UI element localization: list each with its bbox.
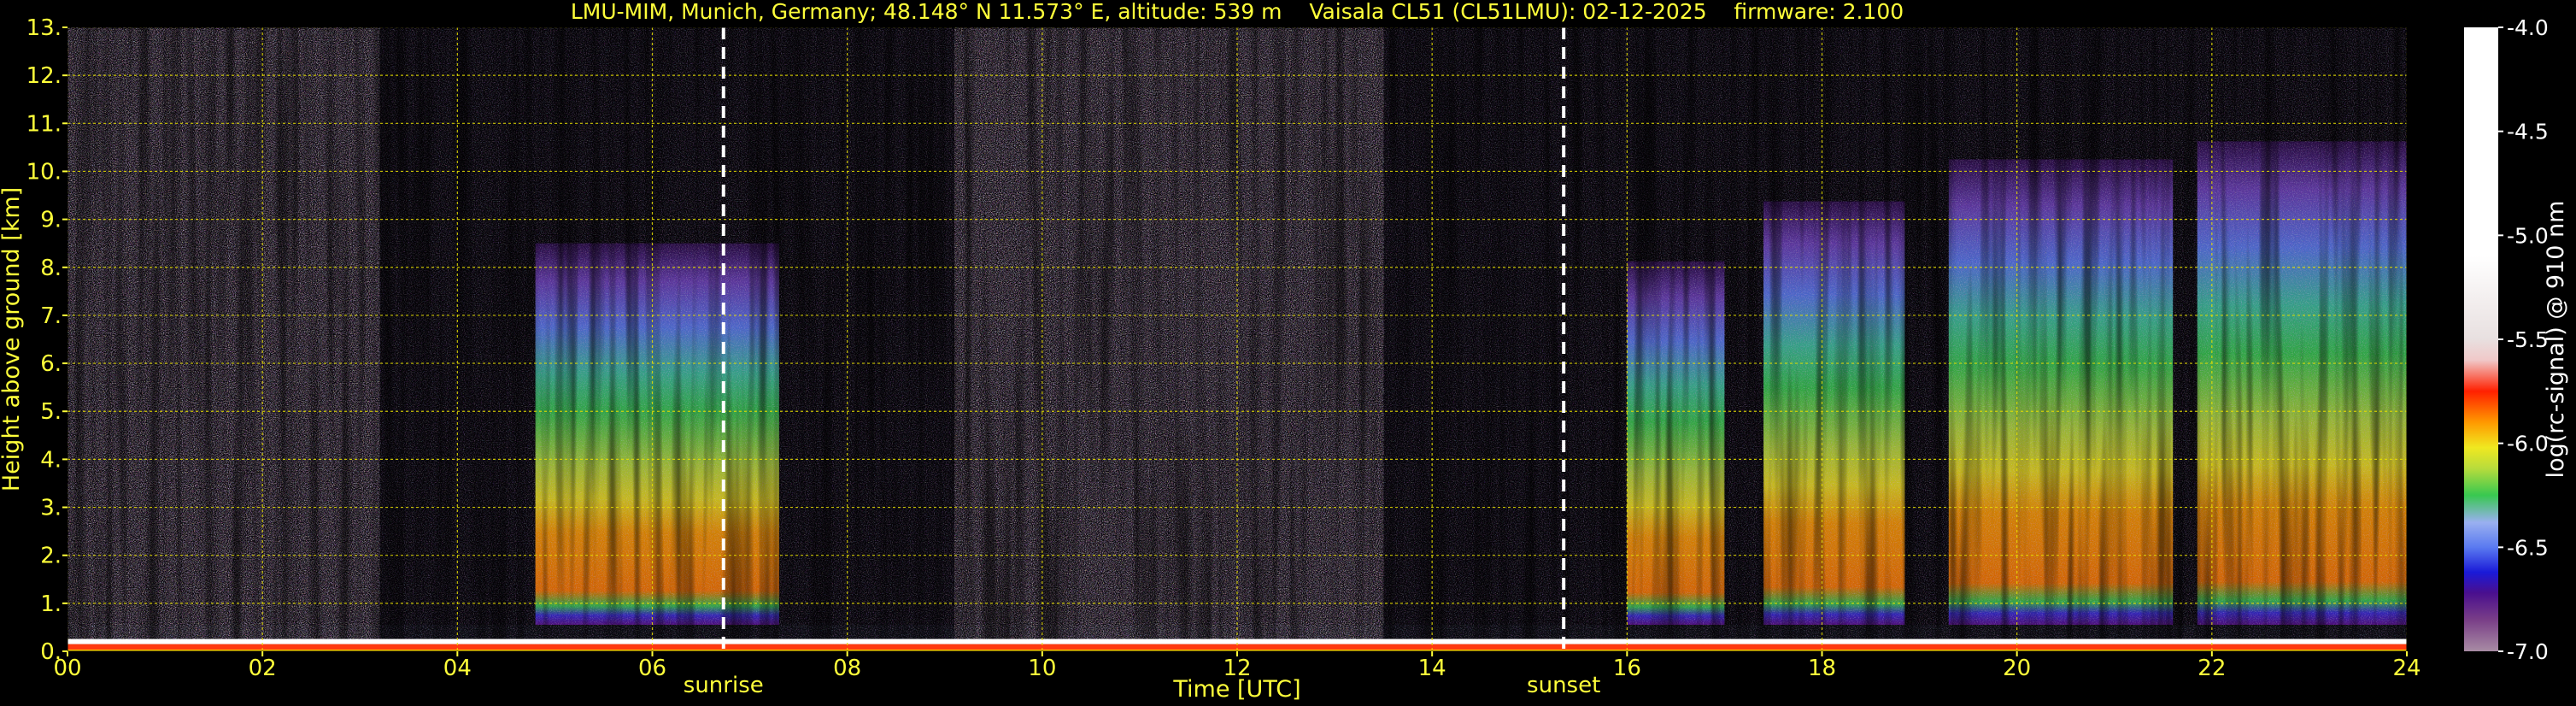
- x-axis-label: Time [UTC]: [1172, 676, 1300, 703]
- y-tick-label: 2.: [40, 544, 62, 569]
- y-tick-label: 10.: [26, 159, 62, 185]
- y-tick-label: 5.: [40, 399, 62, 425]
- x-tick-label: 24: [2392, 656, 2421, 681]
- chart-title: LMU-MIM, Munich, Germany; 48.148° N 11.5…: [571, 0, 1904, 24]
- x-tick-label: 08: [833, 656, 861, 681]
- sunset-label: sunset: [1527, 673, 1600, 698]
- plot-area: [67, 27, 2407, 651]
- colorbar-ramp: [2464, 27, 2498, 651]
- x-tick-label: 14: [1418, 656, 1446, 681]
- colorbar-label: log(rc-signal) @ 910 nm: [2543, 201, 2569, 479]
- y-tick-label: 7.: [40, 303, 62, 329]
- colorbar-tick-label: -7.0: [2507, 639, 2549, 664]
- x-tick-label: 22: [2198, 656, 2226, 681]
- y-tick-label: 3.: [40, 496, 62, 521]
- x-tick-label: 18: [1808, 656, 1836, 681]
- colorbar-tick-label: -4.5: [2507, 120, 2549, 144]
- y-tick-label: 13.: [26, 15, 62, 41]
- x-tick-label: 04: [443, 656, 472, 681]
- y-tick-label: 9.: [40, 208, 62, 233]
- y-axis-label: Height above ground [km]: [0, 187, 25, 491]
- x-tick-label: 00: [53, 656, 81, 681]
- ceilometer-chart: LMU-MIM, Munich, Germany; 48.148° N 11.5…: [0, 0, 2569, 703]
- y-tick-label: 4.: [40, 447, 62, 473]
- y-tick-label: 11.: [26, 111, 62, 137]
- x-tick-label: 20: [2003, 656, 2031, 681]
- colorbar-tick-label: -6.5: [2507, 535, 2549, 560]
- y-tick-label: 8.: [40, 256, 62, 281]
- colorbar: -4.0-4.5-5.0-5.5-6.0-6.5-7.0 log(rc-sign…: [2464, 15, 2569, 664]
- sunrise-label: sunrise: [684, 673, 764, 698]
- y-tick-label: 12.: [26, 63, 62, 89]
- y-tick-label: 6.: [40, 351, 62, 377]
- colorbar-tick-label: -4.0: [2507, 15, 2549, 40]
- y-tick-label: 1.: [40, 591, 62, 617]
- x-tick-label: 02: [249, 656, 277, 681]
- x-tick-label: 16: [1613, 656, 1641, 681]
- x-tick-label: 06: [638, 656, 666, 681]
- x-tick-label: 10: [1028, 656, 1056, 681]
